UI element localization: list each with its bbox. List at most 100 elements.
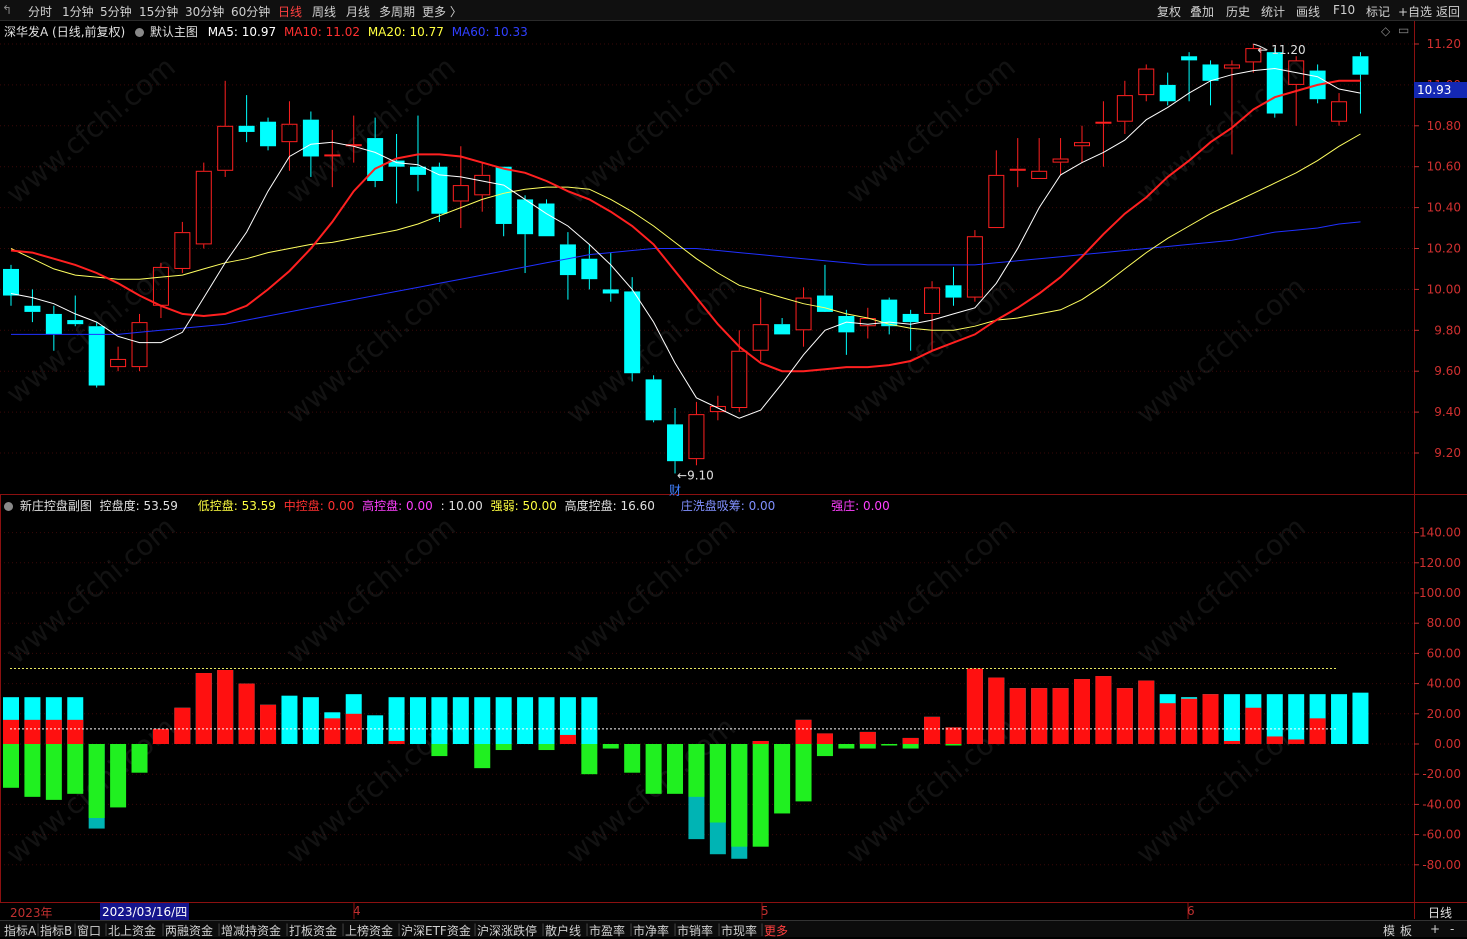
candle-body [281, 123, 298, 143]
indicator-dropdown-icon[interactable] [4, 502, 13, 511]
indicator-tab-0[interactable]: 指标A [4, 922, 36, 939]
indicator-tab-4[interactable]: 两融资金 [165, 922, 213, 939]
sub-tick-label: 120.00 [1419, 556, 1461, 570]
indicator-tab-11[interactable]: 市盈率 [589, 922, 625, 939]
indicator-tab-8[interactable]: 沪深ETF资金 [401, 922, 471, 939]
sub-chart-legend: 新庄控盘副图 控盘度: 53.59 低控盘: 53.59 中控盘: 0.00 高… [4, 497, 890, 514]
candle-body [1031, 170, 1048, 179]
green-bar [645, 744, 662, 794]
red-bar [945, 727, 962, 744]
control-bar [1052, 688, 1069, 744]
watermark-text: www.cfchi.com [840, 510, 1022, 670]
indicator-tab-7[interactable]: 上榜资金 [345, 922, 393, 939]
candle-body [1116, 95, 1133, 122]
indicator-tab-13[interactable]: 市销率 [677, 922, 713, 939]
control-bar [324, 712, 341, 744]
control-bar [859, 731, 876, 749]
sub-tick-label: 20.00 [1427, 707, 1461, 721]
candle [988, 150, 1005, 229]
candle [260, 117, 277, 151]
control-bar [281, 695, 298, 744]
control-bar [110, 744, 127, 808]
red-bar [1052, 688, 1069, 744]
green-bar [709, 744, 726, 823]
green-bar [667, 744, 684, 794]
template-name[interactable]: 默认主图 [150, 25, 198, 39]
green-bar [945, 744, 962, 746]
candle [281, 101, 298, 171]
red-bar [324, 718, 341, 744]
bottom-control-2[interactable]: + [1430, 922, 1440, 936]
candle [838, 309, 855, 355]
price-tick-label: 10.00 [1427, 282, 1461, 296]
red-bar [816, 733, 833, 744]
indicator-tab-10[interactable]: 散户线 [545, 922, 581, 939]
bottom-control-1[interactable]: 板 [1400, 922, 1412, 939]
strong-dealer-value: 强庄: 0.00 [831, 499, 890, 513]
stock-chart[interactable]: www.cfchi.com www.cfchi.com www.cfchi.com w… [0, 0, 1467, 936]
control-bar [816, 733, 833, 757]
control-bar [260, 704, 277, 744]
green-bar [688, 744, 705, 797]
month-4-label: 4 [353, 904, 361, 918]
red-bar [795, 719, 812, 744]
watermark-text: www.cfchi.com [280, 510, 462, 670]
indicator-tab-1[interactable]: 指标B [40, 922, 72, 939]
candle [474, 162, 491, 212]
bottom-control-0[interactable]: 模 [1383, 922, 1395, 939]
control-bar [452, 697, 469, 744]
green-bar [67, 744, 84, 794]
template-dropdown-icon[interactable] [135, 28, 145, 37]
green-bar [474, 744, 491, 769]
candle-body [1223, 64, 1240, 69]
cyan-bar [495, 697, 512, 744]
bottom-control-3[interactable]: - [1450, 922, 1454, 936]
high-control-value: 高控盘: 0.00 [362, 499, 433, 513]
indicator-tab-9[interactable]: 沪深涨跌停 [477, 922, 537, 939]
candle [774, 318, 791, 335]
stock-name[interactable]: 深华发A (日线,前复权) [4, 25, 125, 39]
candle [667, 408, 684, 474]
red-bar [217, 670, 234, 744]
candle [795, 287, 812, 347]
indicator-tab-3[interactable]: 北上资金 [108, 922, 156, 939]
candle-body [645, 379, 662, 421]
candle-body [1159, 84, 1176, 102]
candle [1331, 93, 1348, 126]
cyan-bar [431, 697, 448, 744]
indicator-tab-14[interactable]: 市现率 [721, 922, 757, 939]
cyan-bar [1288, 694, 1305, 744]
sub-tick-label: -80.00 [1422, 858, 1461, 872]
indicator-tab-6[interactable]: 打板资金 [289, 922, 337, 939]
control-bar [1095, 676, 1112, 744]
cyan-bar [302, 697, 319, 744]
window-icon[interactable]: ▭ [1398, 23, 1409, 37]
indicator-tab-5[interactable]: 增减持资金 [221, 922, 281, 939]
candle-body [24, 305, 41, 312]
candle-body [988, 174, 1005, 229]
indicator-tab-2[interactable]: 窗口 [77, 922, 101, 939]
control-bar [1138, 680, 1155, 744]
candle-body [302, 119, 319, 157]
control-bar [966, 668, 983, 744]
indicator-tab-15[interactable]: 更多 [764, 922, 788, 939]
green-bar [495, 744, 512, 751]
control-bar [645, 744, 662, 794]
ma60-value: MA60: 10.33 [451, 25, 528, 39]
watermark-text: www.cfchi.com [1130, 710, 1312, 870]
candle-body [795, 297, 812, 331]
control-bar [1266, 694, 1283, 744]
control-bar [217, 670, 234, 744]
red-bar [45, 719, 62, 744]
ma10-value: MA10: 11.02 [283, 25, 360, 39]
indicator-tab-12[interactable]: 市净率 [633, 922, 669, 939]
candle-body [945, 285, 962, 298]
candle [624, 277, 641, 382]
diamond-icon[interactable]: ◇ [1381, 24, 1390, 38]
control-bar [667, 744, 684, 794]
candle-body [131, 322, 148, 368]
candle [816, 264, 833, 312]
indicator-name[interactable]: 新庄控盘副图 [20, 499, 92, 513]
candle-body [752, 324, 769, 351]
candle [1202, 60, 1219, 106]
